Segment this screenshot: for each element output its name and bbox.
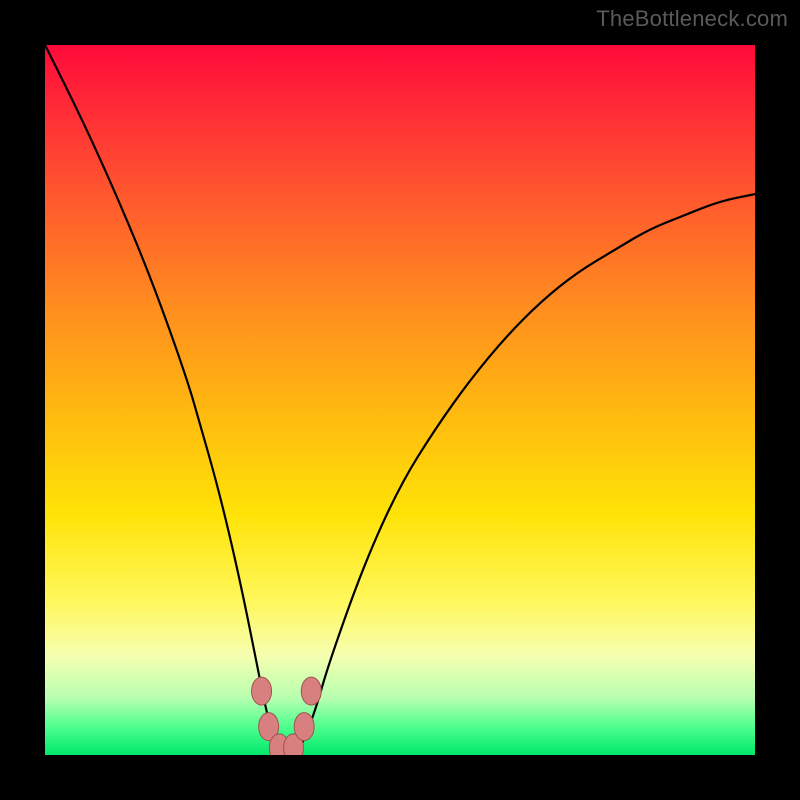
curve-markers	[252, 677, 322, 755]
chart-svg	[45, 45, 755, 755]
curve-marker	[301, 677, 321, 705]
watermark-text: TheBottleneck.com	[596, 6, 788, 32]
bottleneck-curve	[45, 45, 755, 755]
curve-marker	[252, 677, 272, 705]
plot-area	[45, 45, 755, 755]
curve-marker	[294, 713, 314, 741]
chart-frame: TheBottleneck.com	[0, 0, 800, 800]
